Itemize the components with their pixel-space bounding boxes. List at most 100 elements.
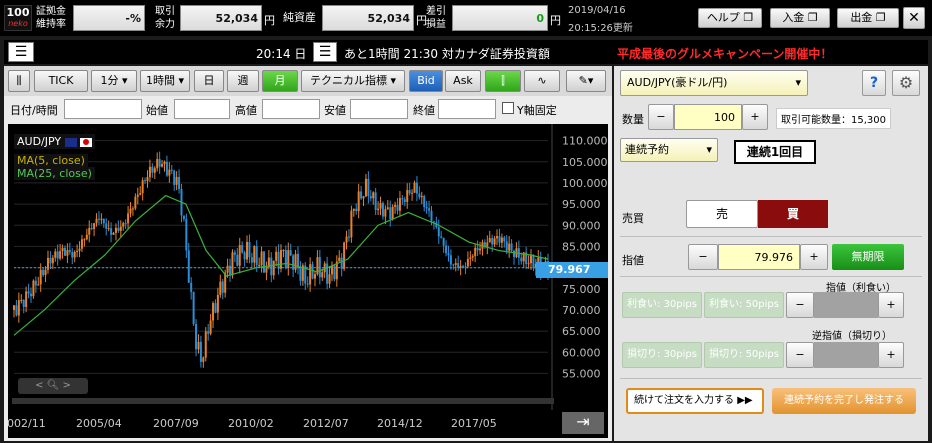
candle-body [122, 223, 125, 227]
scroll-left-icon[interactable]: < [35, 380, 43, 391]
x-tick-label: 2002/11 [8, 417, 46, 430]
take-profit-minus-button[interactable]: − [786, 292, 814, 318]
candle-body [496, 236, 499, 239]
candle-body [165, 161, 168, 176]
limit-plus-button[interactable]: + [800, 244, 828, 270]
line-chart-icon[interactable]: ∿ [524, 70, 560, 92]
price-chart[interactable]: 110.000105.000100.00095.00090.00085.0008… [8, 124, 608, 432]
limit-minus-button[interactable]: − [688, 244, 718, 270]
candle-body [343, 242, 346, 269]
chart-scrollbar[interactable] [12, 398, 554, 404]
candle-body [391, 206, 394, 220]
candle-body [362, 196, 365, 199]
technical-indicator-select[interactable]: テクニカル指標 ▾ [301, 70, 405, 92]
quantity-plus-button[interactable]: + [742, 104, 768, 130]
y-axis-fix-checkbox[interactable] [502, 102, 514, 114]
close-field [438, 99, 496, 119]
stop-loss-30-button[interactable]: 損切り: 30pips [622, 342, 702, 368]
candle-body [241, 245, 244, 253]
candle-body [95, 218, 98, 224]
candle-body [63, 247, 66, 256]
candle-body [306, 283, 309, 285]
take-profit-input[interactable] [814, 292, 878, 318]
close-icon: ✕ [908, 10, 920, 26]
candle-body [408, 190, 411, 194]
take-profit-plus-button[interactable]: + [878, 292, 904, 318]
jpy-flag-icon [80, 137, 93, 147]
finish-order-button[interactable]: 連続予約を完了し発注する [772, 388, 916, 414]
day-button[interactable]: 日 [194, 70, 224, 92]
margin-label-1: 証拠金 [36, 6, 66, 17]
take-profit-30-button[interactable]: 利食い: 30pips [622, 292, 702, 318]
campaign-banner[interactable]: 平成最後のグルメキャンペーン開催中！ [617, 45, 832, 62]
week-button[interactable]: 週 [227, 70, 259, 92]
y-tick-label: 110.000 [562, 135, 608, 148]
ticker-text-right[interactable]: あと1時間 21:30 対カナダ証券投資額 [344, 45, 550, 62]
candle-body [440, 236, 443, 238]
period-select[interactable]: 1時間 ▾ [140, 70, 190, 92]
sell-button[interactable]: 売 [686, 200, 758, 228]
go-latest-button[interactable]: ⇥ [562, 412, 604, 434]
buy-button[interactable]: 買 [758, 200, 828, 228]
bid-button[interactable]: Bid [409, 70, 443, 92]
candle-body [289, 250, 292, 256]
gear-icon[interactable]: ⚙ [892, 70, 920, 96]
drawing-tool-icon[interactable]: ✎▾ [566, 70, 606, 92]
candle-body [471, 256, 474, 258]
candle-body [158, 158, 161, 167]
interval-select[interactable]: 1分 ▾ [91, 70, 137, 92]
candle-body [39, 269, 42, 285]
tick-button[interactable]: TICK [34, 70, 88, 92]
candle-body [503, 237, 506, 242]
candle-body [299, 267, 302, 281]
candlestick-chart-icon[interactable]: ⫿ [485, 70, 521, 92]
month-button[interactable]: 月 [262, 70, 298, 92]
candle-body [532, 254, 535, 269]
chart-symbol: AUD/JPY [14, 134, 96, 149]
candle-body [136, 194, 139, 197]
deposit-button[interactable]: 入金 ❐ [770, 8, 830, 28]
candle-body [357, 191, 360, 212]
zoom-icon[interactable]: 🔍︎ [47, 380, 60, 391]
ohlc-row: 日付/時間 始値 高値 安値 終値 Y軸固定 [4, 97, 612, 122]
stop-loss-plus-button[interactable]: + [878, 342, 904, 368]
candle-body [129, 208, 132, 214]
stop-loss-minus-button[interactable]: − [786, 342, 814, 368]
candle-body [44, 269, 47, 276]
candle-body [114, 227, 117, 233]
scroll-right-icon[interactable]: > [63, 380, 71, 391]
limit-price-input[interactable]: 79.976 [718, 244, 800, 270]
candle-body [78, 248, 81, 251]
candle-body [197, 341, 200, 350]
news-menu-icon[interactable]: ☰ [8, 42, 34, 62]
close-button[interactable]: ✕ [903, 7, 925, 29]
candle-body [423, 196, 426, 208]
candle-body [396, 205, 399, 211]
candle-body [340, 257, 343, 269]
window-icon: ❐ [875, 11, 886, 24]
candle-body [367, 178, 370, 197]
candle-type-icon[interactable]: ⫼ [8, 70, 30, 92]
candle-body [462, 266, 465, 268]
candle-body [107, 228, 110, 230]
expiry-button[interactable]: 無期限 [832, 244, 904, 270]
ticker-list-icon[interactable]: ☰ [313, 42, 337, 62]
quantity-minus-button[interactable]: − [648, 104, 674, 130]
currency-pair-select[interactable]: AUD/JPY(豪ドル/円) ▾ [620, 70, 808, 96]
margin-ratio-value: -% [73, 5, 145, 31]
stop-loss-input[interactable] [814, 342, 878, 368]
withdraw-button[interactable]: 出金 ❐ [837, 8, 899, 28]
continue-order-button[interactable]: 続けて注文を入力する ▶▶ [626, 388, 764, 414]
help-button[interactable]: ヘルプ ❐ [698, 8, 762, 28]
candle-body [20, 299, 23, 301]
help-icon[interactable]: ? [862, 70, 886, 96]
pl-label-1: 差引 [426, 6, 446, 17]
chart-navigator[interactable]: < 🔍︎ > [18, 378, 88, 394]
order-type-select[interactable]: 連続予約 ▾ [620, 138, 718, 162]
take-profit-50-button[interactable]: 利食い: 50pips [704, 292, 784, 318]
ask-button[interactable]: Ask [445, 70, 481, 92]
quantity-input[interactable]: 100 [674, 104, 742, 130]
stop-loss-50-button[interactable]: 損切り: 50pips [704, 342, 784, 368]
logo-top: 100 [6, 6, 30, 19]
candle-body [282, 250, 285, 252]
